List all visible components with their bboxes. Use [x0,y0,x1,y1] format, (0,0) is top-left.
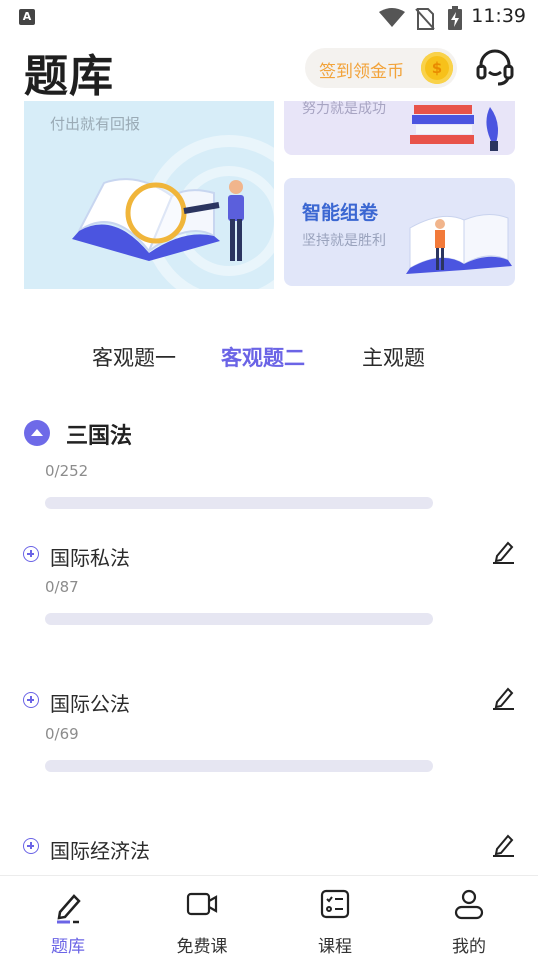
coin-icon: $ [421,52,453,84]
checkin-label: 签到领金币 [319,62,404,82]
nav-label: 课程 [318,937,352,957]
expand-icon[interactable] [23,838,39,854]
reading-illustration [72,135,274,289]
video-icon [186,892,218,916]
nav-label: 题库 [51,937,85,957]
banner-card-smart-paper[interactable]: 智能组卷 坚持就是胜利 [284,178,515,286]
wifi-icon [379,8,405,27]
customer-service-icon[interactable] [474,48,516,88]
section-title[interactable]: 三国法 [66,418,132,450]
status-time: 11:39 [471,5,526,27]
tab-objective-2[interactable]: 客观题二 [221,342,305,372]
page-title: 题库 [24,51,114,102]
nav-item-courses[interactable]: 课程 [268,876,402,957]
open-book-illustration [406,214,512,274]
edit-icon[interactable] [491,539,515,565]
nav-item-profile[interactable]: 我的 [402,876,536,957]
banner-card-effort[interactable]: 努力就是成功 [284,101,515,155]
banner-subtitle: 努力就是成功 [302,101,386,117]
collapse-icon[interactable] [24,420,50,446]
edit-icon[interactable] [491,685,515,711]
section-progress-count: 0/252 [45,462,89,480]
person-icon [454,889,484,920]
status-bar: A 11:39 [0,0,538,36]
subject-progress-bar [45,613,433,625]
subject-title[interactable]: 国际公法 [50,688,130,717]
notification-icon: A [19,9,35,25]
edit-icon[interactable] [491,832,515,858]
pencil-icon [57,894,81,924]
checkin-button[interactable]: 签到领金币 $ [305,48,457,88]
battery-charging-icon [448,6,462,30]
tab-subjective[interactable]: 主观题 [362,342,425,372]
subject-progress-count: 0/87 [45,578,79,596]
banner-subtitle: 坚持就是胜利 [302,233,386,249]
bottom-nav: 题库 免费课 课程 我的 [0,875,538,957]
checklist-icon [320,889,350,919]
section-progress-bar [45,497,433,509]
expand-icon[interactable] [23,546,39,562]
subject-title[interactable]: 国际经济法 [50,835,150,864]
no-sim-icon [415,8,435,30]
subject-title[interactable]: 国际私法 [50,542,130,571]
subject-progress-bar [45,760,433,772]
tab-objective-1[interactable]: 客观题一 [92,342,176,372]
books-illustration [410,105,498,151]
banner-card-practice[interactable]: 付出就有回报 [24,101,274,289]
banner-title: 智能组卷 [302,202,379,224]
subject-progress-count: 0/69 [45,725,79,743]
nav-label: 免费课 [176,937,228,957]
nav-item-free-course[interactable]: 免费课 [135,876,269,957]
nav-label: 我的 [452,937,486,957]
expand-icon[interactable] [23,692,39,708]
nav-item-question-bank[interactable]: 题库 [1,876,135,957]
